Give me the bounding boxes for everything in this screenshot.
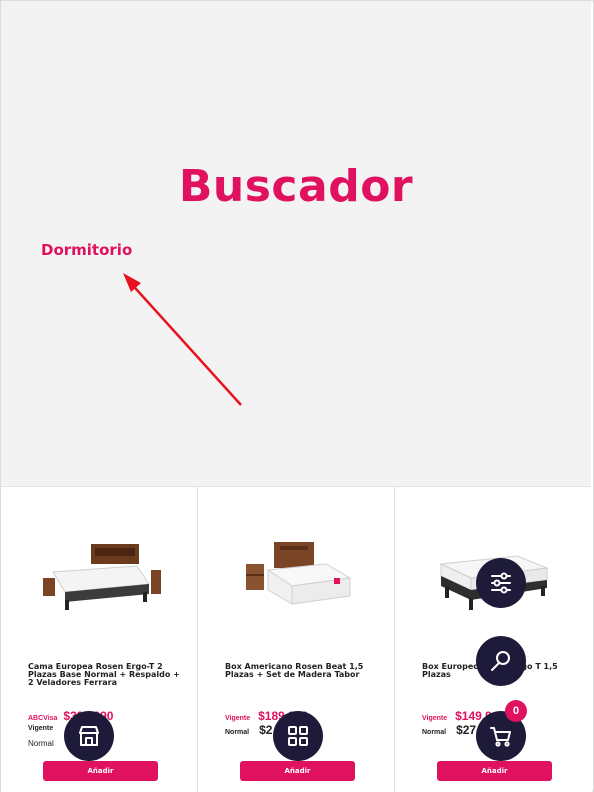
price-row: Vigente: [28, 725, 53, 732]
price-value: $27: [456, 723, 477, 737]
cart-count-badge: 0: [505, 700, 527, 722]
filter-fab-button[interactable]: [476, 558, 526, 608]
price-row: Normal $27: [422, 723, 476, 737]
store-icon: [79, 726, 99, 746]
price-label: Vigente: [422, 715, 448, 722]
grid-icon: [288, 726, 308, 746]
search-icon: [491, 651, 510, 671]
cart-icon: [490, 727, 511, 747]
search-fab-button[interactable]: [476, 636, 526, 686]
annotation-arrow: [123, 273, 242, 406]
add-to-cart-button[interactable]: Añadir: [43, 761, 158, 781]
grid-fab-button[interactable]: [273, 711, 323, 761]
price-row: Normal: [28, 739, 54, 748]
product-image[interactable]: [238, 542, 358, 622]
price-value: $2: [259, 723, 273, 737]
price-row: Normal $2: [225, 723, 272, 737]
sliders-icon: [491, 572, 511, 594]
add-to-cart-button[interactable]: Añadir: [437, 761, 552, 781]
breadcrumb-category[interactable]: Dormitorio: [41, 241, 132, 259]
price-label: Normal: [225, 729, 250, 736]
page-title: Buscador: [178, 161, 414, 212]
price-label: ABCVisa: [28, 715, 58, 722]
store-fab-button[interactable]: [64, 711, 114, 761]
price-label: Normal: [28, 739, 54, 748]
add-to-cart-button[interactable]: Añadir: [240, 761, 355, 781]
product-image[interactable]: [41, 542, 161, 622]
product-title[interactable]: Box Americano Rosen Beat 1,5 Plazas + Se…: [225, 663, 380, 679]
price-label: Vigente: [28, 725, 54, 732]
price-label: Vigente: [225, 715, 251, 722]
price-label: Normal: [422, 729, 447, 736]
product-title[interactable]: Cama Europea Rosen Ergo-T 2 Plazas Base …: [28, 663, 183, 687]
search-hero: Buscador Dormitorio: [1, 1, 591, 486]
